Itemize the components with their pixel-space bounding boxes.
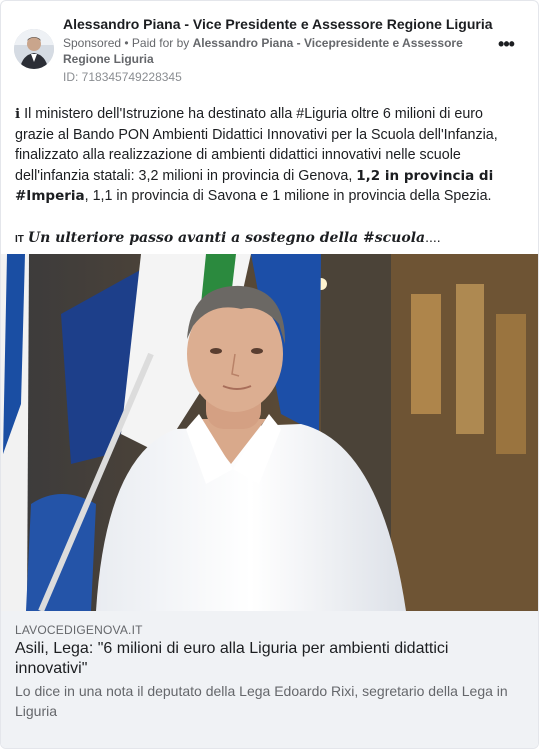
post-text-part2: , 1,1 in provincia di Savona e 1 milione… <box>84 188 492 205</box>
tagline-text: Un ulteriore passo avanti a sostegno del… <box>27 230 426 246</box>
post-tagline: IT Un ulteriore passo avanti a sostegno d… <box>15 227 524 250</box>
advertiser-avatar[interactable] <box>14 29 54 69</box>
ad-card: Alessandro Piana - Vice Presidente e Ass… <box>0 0 539 749</box>
link-description: Lo dice in una nota il deputato della Le… <box>15 683 508 719</box>
ad-header: Alessandro Piana - Vice Presidente e Ass… <box>1 1 538 97</box>
link-preview[interactable]: LAVOCEDIGENOVA.IT Asili, Lega: "6 milion… <box>1 611 538 748</box>
more-options-icon[interactable]: ••• <box>496 35 516 57</box>
advertiser-name[interactable]: Alessandro Piana - Vice Presidente e Ass… <box>63 16 498 32</box>
ad-id: ID: 718345749228345 <box>63 70 182 84</box>
link-title[interactable]: Asili, Lega: "6 milioni di euro alla Lig… <box>15 639 510 679</box>
post-text: ℹ Il ministero dell'Istruzione ha destin… <box>15 104 524 207</box>
paid-for-prefix: • Paid for by <box>121 36 193 50</box>
link-domain: LAVOCEDIGENOVA.IT <box>15 623 143 637</box>
sponsored-label: Sponsored <box>63 36 122 50</box>
italy-flag-label: IT <box>15 234 24 245</box>
sponsored-line: Sponsored • Paid for by Alessandro Piana… <box>63 35 478 67</box>
ad-photo[interactable] <box>1 254 538 611</box>
see-more-ellipsis[interactable]: .... <box>425 229 441 245</box>
